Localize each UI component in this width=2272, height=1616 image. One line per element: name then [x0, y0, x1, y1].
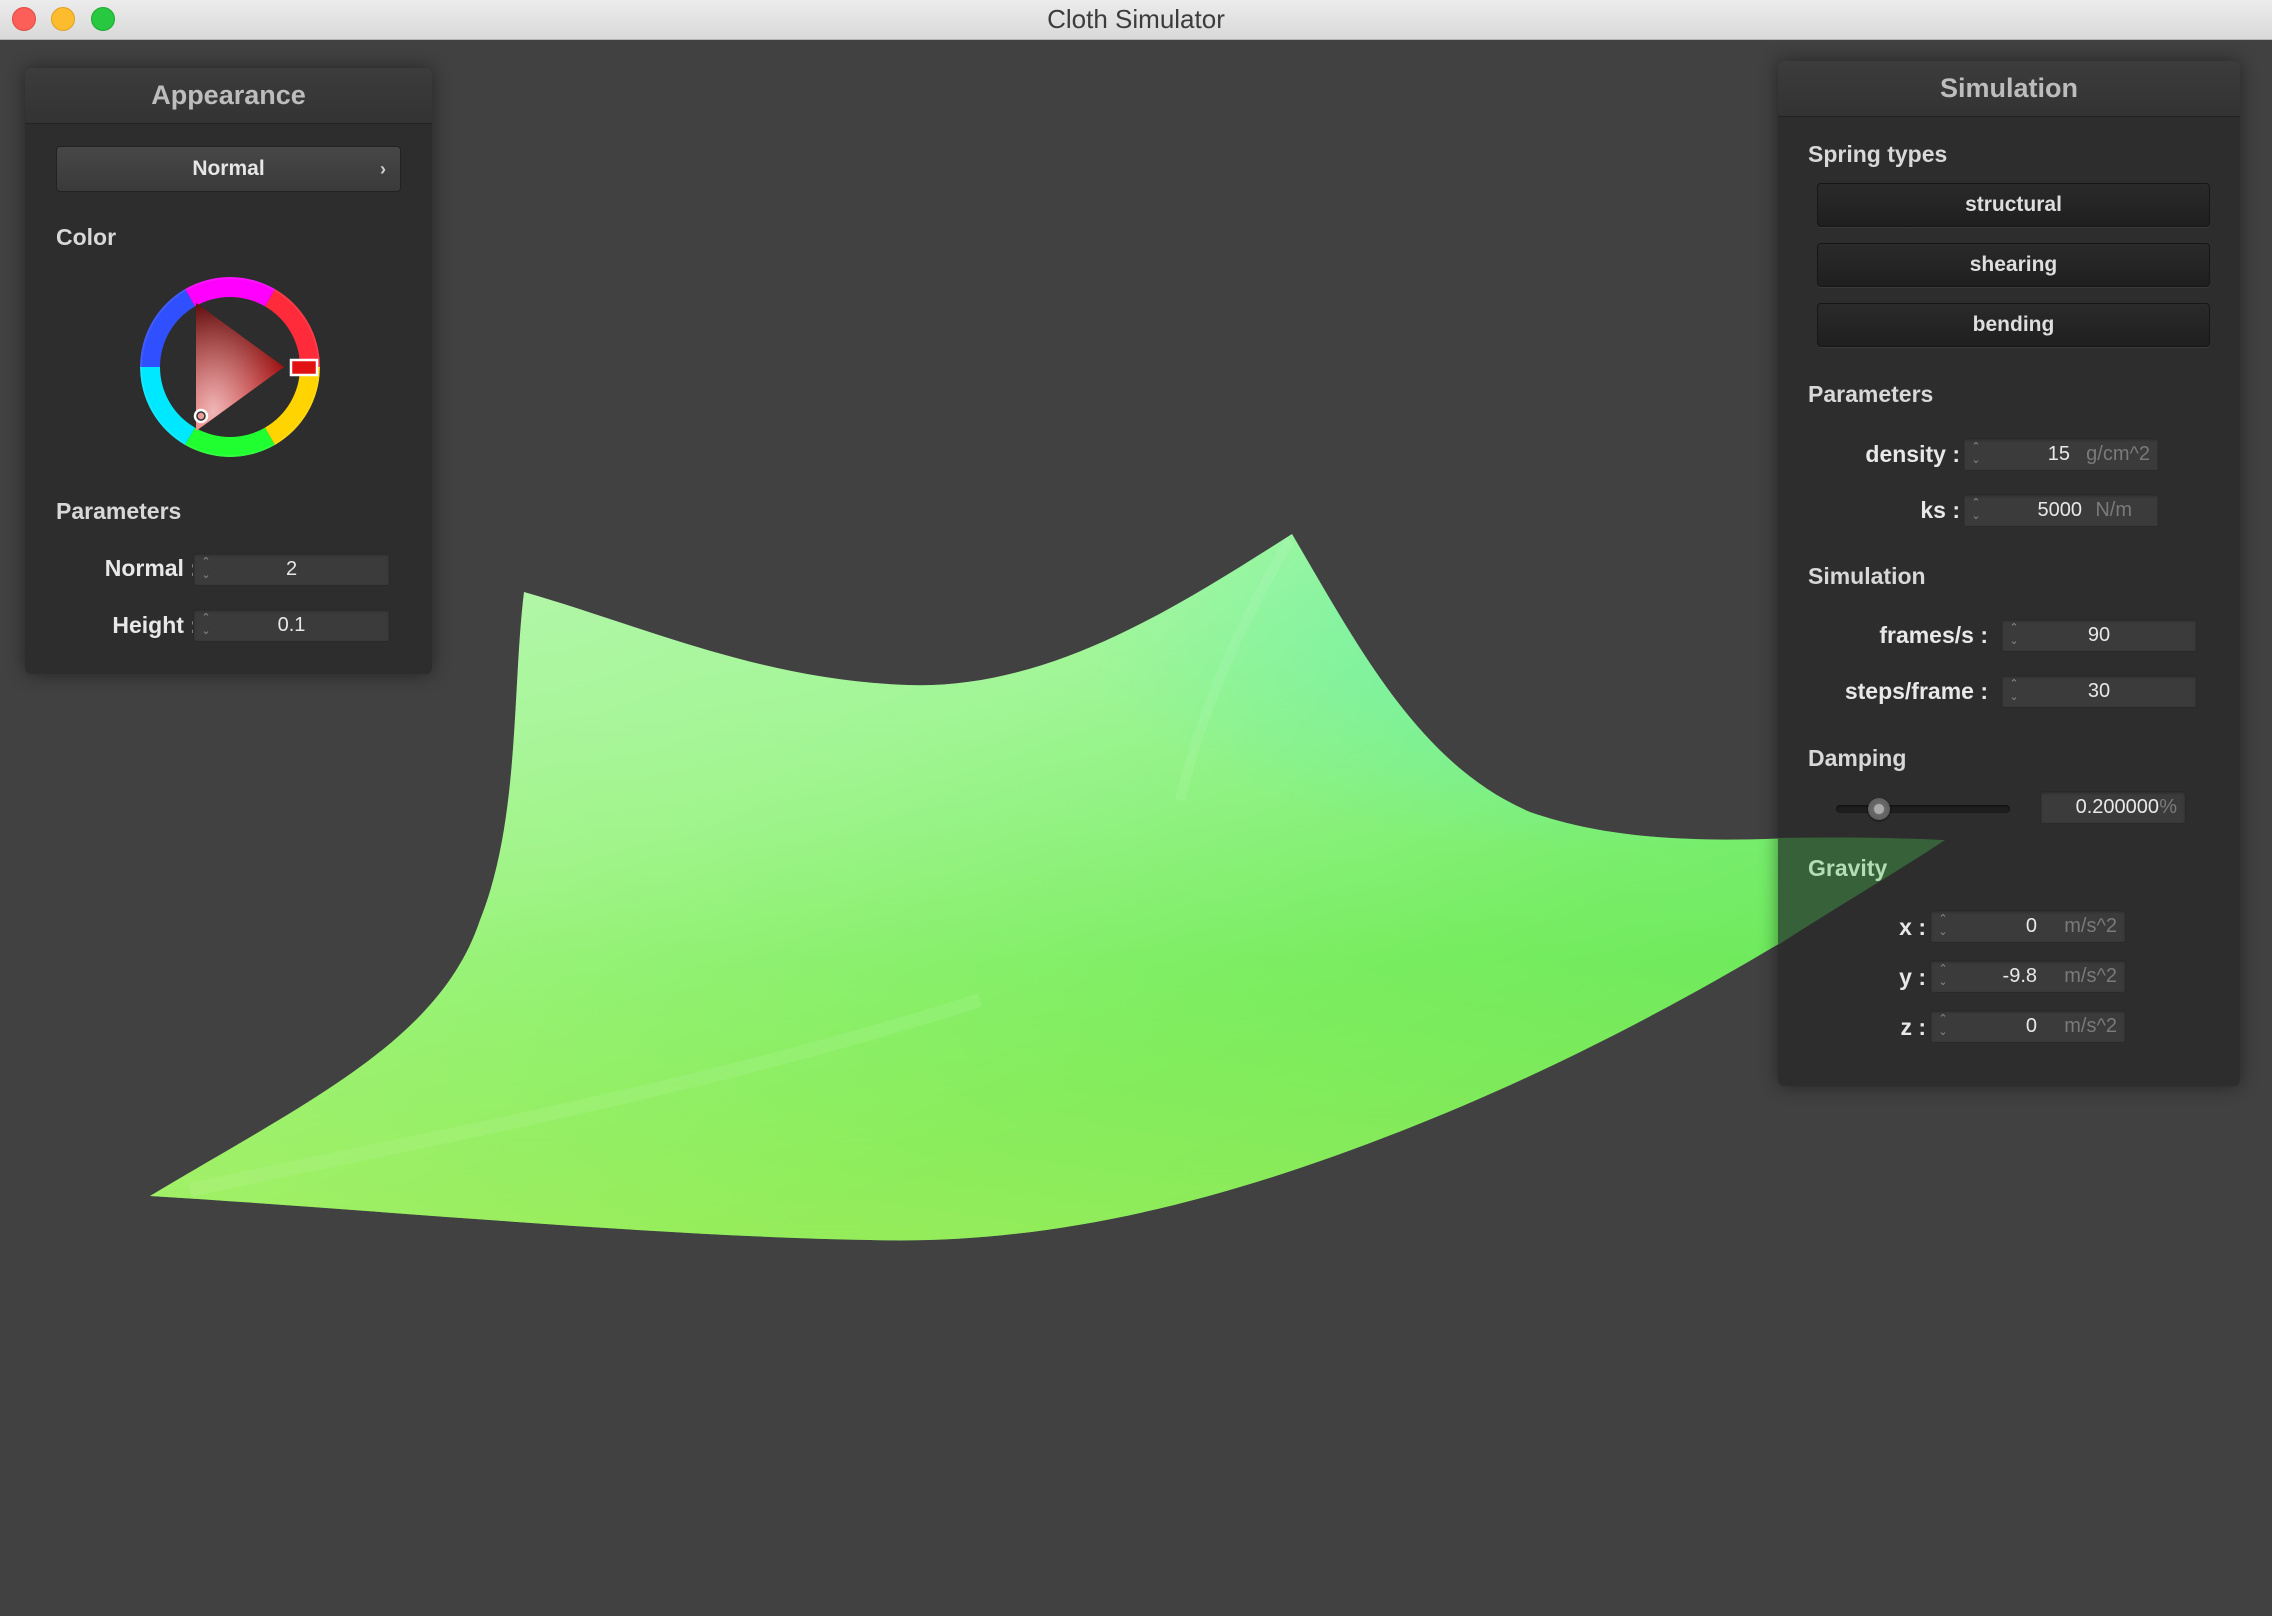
spring-types-label: Spring types — [1808, 141, 1948, 167]
ks-label: ks : — [1920, 497, 1960, 523]
appearance-panel-title: Appearance — [25, 68, 432, 124]
gravity-x-input[interactable]: ⌃ ⌄ 0 m/s^2 — [1930, 910, 2126, 943]
normal-label: Normal : — [104, 555, 198, 581]
height-label: Height : — [112, 612, 198, 638]
simulation-parameters-label: Parameters — [1808, 381, 1934, 407]
title-bar: Cloth Simulator — [0, 0, 2272, 40]
shader-dropdown[interactable]: Normal › — [56, 146, 401, 192]
height-input[interactable]: ⌃ ⌄ 0.1 — [193, 609, 390, 642]
damping-label: Damping — [1808, 745, 1907, 771]
spinner-icon[interactable]: ⌃ ⌄ — [1937, 913, 1949, 941]
normal-input[interactable]: ⌃ ⌄ 2 — [193, 553, 390, 586]
gravity-y-label: y : — [1899, 964, 1926, 990]
chevron-right-icon: › — [380, 159, 386, 179]
ks-input[interactable]: ⌃ ⌄ 5000 N/m — [1963, 494, 2159, 527]
structural-button[interactable]: structural — [1817, 183, 2210, 227]
density-label: density : — [1865, 441, 1960, 467]
color-section-label: Color — [56, 224, 117, 250]
spinner-icon[interactable]: ⌃ ⌄ — [1937, 963, 1949, 991]
damping-input[interactable]: 0.200000 % — [2040, 791, 2186, 824]
frames-per-second-label: frames/s : — [1879, 622, 1988, 648]
gravity-x-label: x : — [1899, 914, 1926, 940]
density-input[interactable]: ⌃ ⌄ 15 g/cm^2 — [1963, 438, 2159, 471]
appearance-parameters-label: Parameters — [56, 498, 182, 524]
damping-slider-track — [1836, 805, 2010, 813]
steps-per-frame-input[interactable]: ⌃ ⌄ 30 — [2001, 675, 2197, 708]
shearing-button[interactable]: shearing — [1817, 243, 2210, 287]
spinner-icon[interactable]: ⌃ ⌄ — [1970, 497, 1982, 525]
damping-slider[interactable] — [1836, 795, 2010, 823]
window-title: Cloth Simulator — [1047, 4, 1225, 34]
spinner-icon[interactable]: ⌃ ⌄ — [1970, 441, 1982, 469]
shader-dropdown-value: Normal — [192, 157, 265, 180]
damping-slider-handle[interactable] — [1868, 798, 1890, 820]
frames-per-second-input[interactable]: ⌃ ⌄ 90 — [2001, 619, 2197, 652]
gravity-y-input[interactable]: ⌃ ⌄ -9.8 m/s^2 — [1930, 960, 2126, 993]
color-wheel[interactable] — [138, 275, 322, 459]
simulation-section-label: Simulation — [1808, 563, 1926, 589]
gravity-label: Gravity — [1808, 855, 1888, 881]
gravity-z-label: z : — [1900, 1014, 1926, 1040]
bending-button[interactable]: bending — [1817, 303, 2210, 347]
steps-per-frame-label: steps/frame : — [1844, 678, 1988, 704]
simulation-panel: Simulation Spring types structural shear… — [1778, 61, 2240, 1086]
gravity-z-input[interactable]: ⌃ ⌄ 0 m/s^2 — [1930, 1010, 2126, 1043]
appearance-panel: Appearance Normal › Color Parameters Nor… — [25, 68, 432, 674]
simulation-panel-title: Simulation — [1778, 61, 2240, 117]
spinner-icon[interactable]: ⌃ ⌄ — [1937, 1013, 1949, 1041]
